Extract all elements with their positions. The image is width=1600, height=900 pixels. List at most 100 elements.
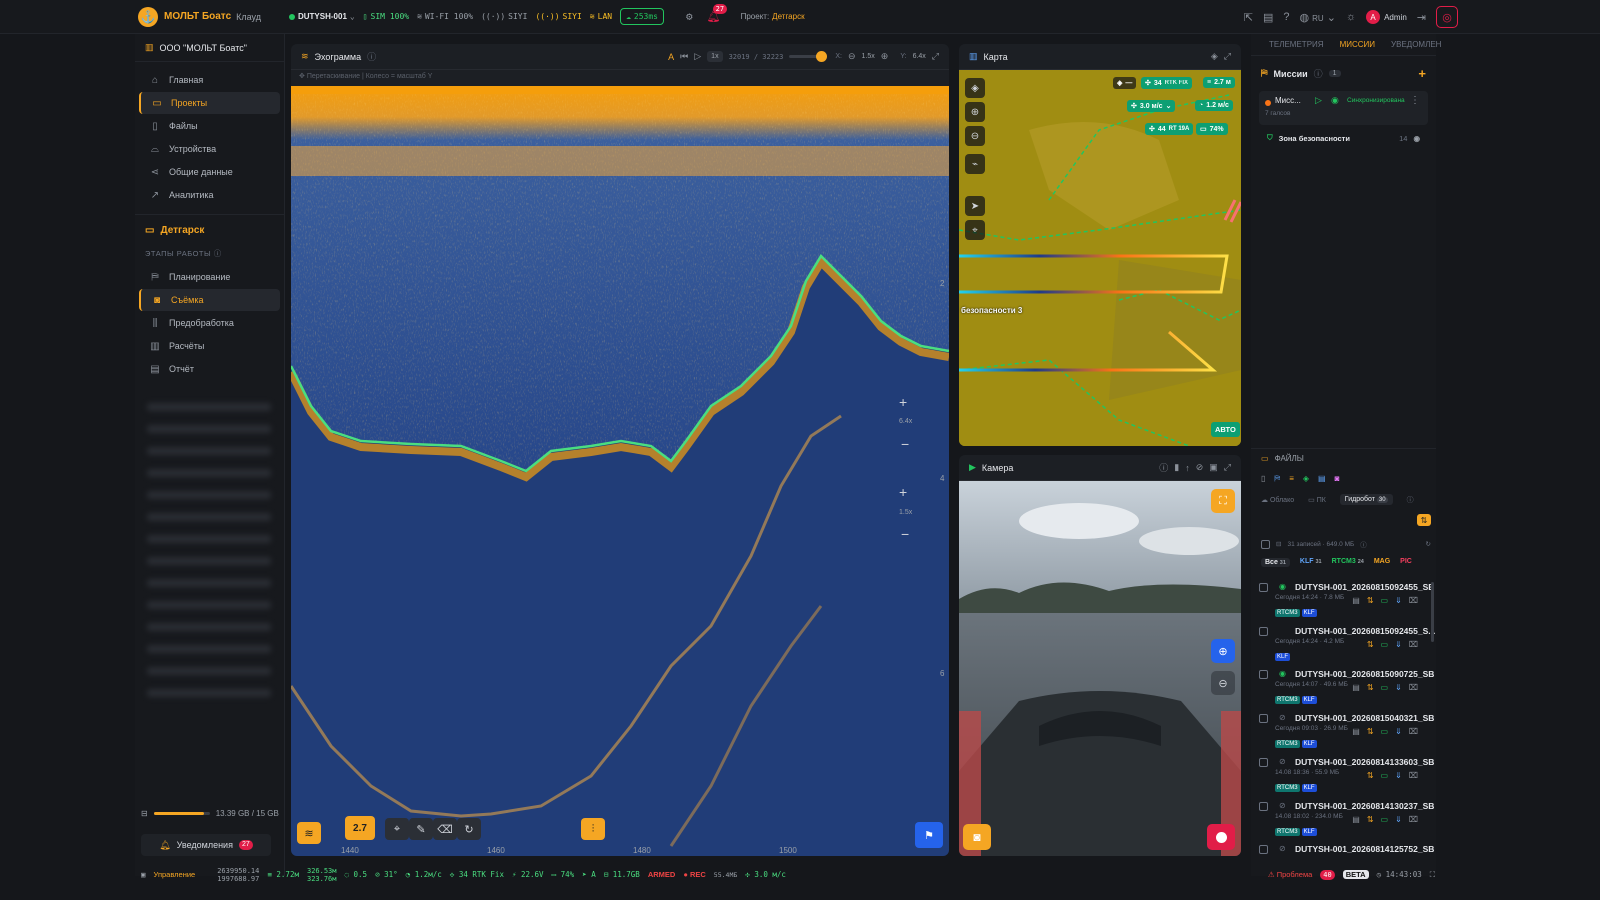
folder-icon[interactable]: ▭ bbox=[1381, 727, 1389, 736]
sync-icon[interactable]: ⇅ bbox=[1367, 683, 1374, 692]
rec-status[interactable]: ● REC bbox=[683, 870, 705, 879]
tab-cloud[interactable]: ☁ Облако bbox=[1261, 496, 1294, 504]
trash-icon[interactable]: ⌧ bbox=[1409, 727, 1418, 736]
problem-status[interactable]: ⚠ Проблема bbox=[1268, 870, 1312, 879]
zone-row[interactable]: ⛉ Зона безопасности 14 ◉ bbox=[1251, 125, 1436, 151]
filter-rtcm[interactable]: RTCM3 24 bbox=[1332, 558, 1364, 567]
zoom-in-icon[interactable]: ⊕ bbox=[965, 102, 985, 122]
trash-icon[interactable]: ⌧ bbox=[1409, 596, 1418, 605]
file-item[interactable]: ◉ DUTYSH-001_20260815092455_SB Сегодня 14:… bbox=[1259, 580, 1434, 622]
zoom-y-out-icon[interactable]: − bbox=[901, 436, 909, 452]
layers-tool-icon[interactable]: ◈ bbox=[965, 78, 985, 98]
file-item[interactable]: ◉ DUTYSH-001_20260815090725_SB Сегодня 14:… bbox=[1259, 667, 1434, 709]
auto-icon[interactable]: A bbox=[668, 52, 674, 62]
eye-icon[interactable]: ◉ bbox=[1279, 582, 1286, 591]
filter-pic[interactable]: PIC bbox=[1400, 558, 1412, 567]
help-icon[interactable]: ⓘ bbox=[1159, 461, 1168, 474]
project-title[interactable]: ▭ Детгарск bbox=[135, 215, 284, 242]
device-select[interactable]: DUTYSH-001 ⌄ bbox=[288, 12, 355, 21]
zoom-in-icon[interactable]: ⊕ bbox=[881, 51, 889, 62]
zoom-out-icon[interactable]: ⊖ bbox=[965, 126, 985, 146]
file-item[interactable]: ⊘ DUTYSH-001_20260815040321_SB Сегодня 09:… bbox=[1259, 711, 1434, 753]
file-checkbox[interactable] bbox=[1259, 758, 1268, 767]
emergency-icon[interactable]: ◎ bbox=[1436, 6, 1458, 28]
zoom-x-in-icon[interactable]: + bbox=[899, 484, 907, 500]
stack-icon[interactable]: ◈ bbox=[1303, 474, 1309, 484]
camera-icon[interactable]: ◙ bbox=[1335, 474, 1340, 484]
help-icon[interactable]: ? bbox=[1283, 11, 1289, 23]
file-checkbox[interactable] bbox=[1259, 670, 1268, 679]
trash-icon[interactable]: ⌧ bbox=[1409, 683, 1418, 692]
doc-icon[interactable]: ▤ bbox=[1352, 683, 1360, 692]
select-all-checkbox[interactable] bbox=[1261, 539, 1270, 549]
camera-view[interactable]: ⛶ ⊕ ⊖ ◙ bbox=[959, 481, 1241, 856]
tab-notifications[interactable]: УВЕДОМЛЕН bbox=[1391, 40, 1441, 49]
zoom-y-in-icon[interactable]: + bbox=[899, 394, 907, 410]
gain-button[interactable]: 2.7 bbox=[345, 816, 375, 840]
record-button[interactable] bbox=[1207, 824, 1235, 850]
book-icon[interactable]: ▤ bbox=[1263, 11, 1273, 24]
flag-icon[interactable]: ⚑ bbox=[915, 822, 943, 848]
list-icon[interactable]: ≡ bbox=[1289, 474, 1294, 484]
slider-thumb[interactable] bbox=[816, 51, 828, 62]
refresh-icon[interactable]: ↻ bbox=[1426, 540, 1431, 548]
image-icon[interactable]: ▣ bbox=[1209, 462, 1218, 473]
sync-icon[interactable]: ⇅ bbox=[1417, 514, 1431, 526]
fullscreen-icon[interactable]: ⛶ bbox=[1430, 870, 1435, 880]
control-label[interactable]: Управление bbox=[154, 870, 196, 879]
add-mission-icon[interactable]: + bbox=[1418, 66, 1426, 81]
doc-icon[interactable]: ▤ bbox=[1318, 474, 1326, 484]
sidebar-item-projects[interactable]: ▭ Проекты bbox=[139, 92, 280, 114]
user-menu[interactable]: A Admin bbox=[1366, 10, 1407, 24]
doc-icon[interactable]: ▤ bbox=[1352, 596, 1360, 605]
filter-all[interactable]: Все 31 bbox=[1261, 558, 1290, 567]
play-icon[interactable]: ▷ bbox=[694, 51, 701, 62]
stage-planning[interactable]: ⛿ Планирование bbox=[139, 266, 280, 288]
folder-icon[interactable]: ▭ bbox=[1381, 640, 1389, 649]
tab-missions[interactable]: МИССИИ bbox=[1340, 40, 1375, 49]
eye-off-icon[interactable]: ⊘ bbox=[1279, 844, 1286, 853]
layers-button[interactable]: ≋ bbox=[297, 822, 321, 844]
doc-icon[interactable]: ▤ bbox=[1352, 727, 1360, 736]
mission-card[interactable]: Мисс... ▷ ◉ Синхронизирована ⋮ 7 галсов bbox=[1259, 91, 1428, 125]
doc-icon[interactable]: ▤ bbox=[1352, 815, 1360, 824]
scrollbar[interactable] bbox=[1431, 582, 1434, 642]
cloud-status[interactable]: ☁ 253ms bbox=[620, 8, 664, 25]
folder-icon[interactable]: ▭ bbox=[1381, 771, 1389, 780]
file-item[interactable]: DUTYSH-001_20260815092455_S... Сегодня 14… bbox=[1259, 624, 1435, 666]
navigate-icon[interactable]: ➤ bbox=[965, 196, 985, 216]
sidebar-item-devices[interactable]: ⌓ Устройства bbox=[139, 138, 280, 160]
download-icon[interactable]: ⇓ bbox=[1395, 683, 1402, 692]
stage-preprocess[interactable]: ⫼ Предобработка bbox=[139, 312, 280, 334]
download-icon[interactable]: ⇓ bbox=[1395, 727, 1402, 736]
layers-icon[interactable]: ◈ bbox=[1211, 51, 1218, 62]
file-icon[interactable]: ▯ bbox=[1261, 474, 1265, 484]
tab-telemetry[interactable]: ТЕЛЕМЕТРИЯ bbox=[1269, 40, 1324, 49]
echogram-canvas[interactable]: 1440 1460 1480 1500 2 4 6 bbox=[291, 86, 949, 856]
zoom-x-out-icon[interactable]: − bbox=[901, 526, 909, 542]
skip-back-icon[interactable]: ⏮ bbox=[680, 51, 688, 62]
signal-icon[interactable]: ⫶ bbox=[581, 818, 605, 840]
sync-icon[interactable]: ⇅ bbox=[1367, 815, 1374, 824]
more-icon[interactable]: ⋮ bbox=[1410, 95, 1420, 106]
upload-icon[interactable]: ↑ bbox=[1185, 463, 1190, 473]
file-checkbox[interactable] bbox=[1259, 802, 1268, 811]
timeline-slider[interactable] bbox=[789, 51, 828, 62]
ruler-icon[interactable]: ⌁ bbox=[965, 154, 985, 174]
eye-icon[interactable]: ◉ bbox=[1331, 95, 1339, 106]
stage-survey[interactable]: ◙ Съёмка bbox=[139, 289, 280, 311]
external-link-icon[interactable]: ⇱ bbox=[1244, 11, 1253, 24]
stage-calc[interactable]: ▥ Расчёты bbox=[139, 335, 280, 357]
file-item[interactable]: ⊘ DUTYSH-001_20260814125752_SB bbox=[1259, 842, 1434, 866]
download-icon[interactable]: ⇓ bbox=[1395, 815, 1402, 824]
tab-pc[interactable]: ▭ ПК bbox=[1308, 496, 1326, 504]
zoom-in-icon[interactable]: ⊕ bbox=[1211, 639, 1235, 663]
download-icon[interactable]: ⇓ bbox=[1395, 771, 1402, 780]
eye-off-icon[interactable]: ⊘ bbox=[1279, 801, 1286, 810]
snapshot-icon[interactable]: ◙ bbox=[963, 824, 991, 850]
org-header[interactable]: ▥ ООО "МОЛЬТ Боатс" bbox=[135, 34, 284, 62]
zoom-out-icon[interactable]: ⊖ bbox=[848, 51, 856, 62]
gear-icon[interactable]: ⚙ bbox=[686, 10, 693, 23]
play-icon[interactable]: ▷ bbox=[1315, 95, 1322, 106]
sidebar-item-home[interactable]: ⌂ Главная bbox=[139, 69, 280, 91]
